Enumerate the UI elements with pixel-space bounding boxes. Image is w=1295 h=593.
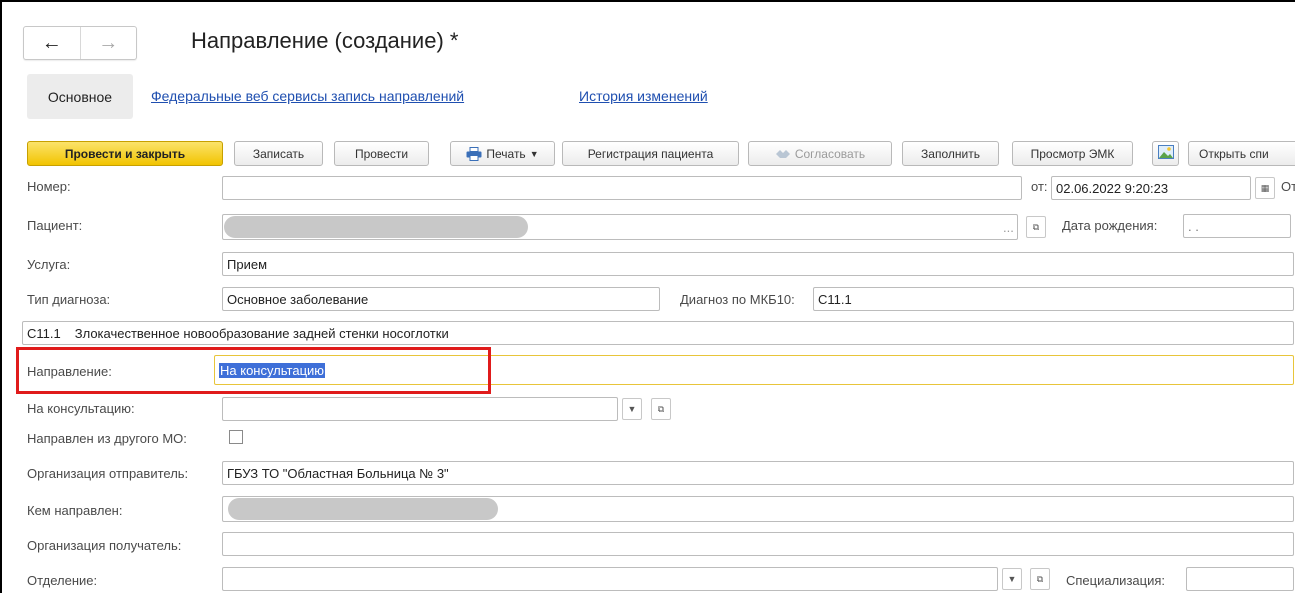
fill-button[interactable]: Заполнить xyxy=(902,141,999,166)
chevron-down-icon: ▼ xyxy=(627,404,637,414)
service-field[interactable]: Прием xyxy=(222,252,1294,276)
open-patient-button[interactable]: ⧉ xyxy=(1026,216,1046,238)
print-button[interactable]: Печать ▼ xyxy=(450,141,555,166)
number-field[interactable] xyxy=(222,176,1022,200)
department-dropdown-button[interactable]: ▼ xyxy=(1002,568,1022,590)
mkb-field[interactable]: C11.1 xyxy=(813,287,1294,311)
date-cut-label: От xyxy=(1281,179,1295,194)
specialization-label: Специализация: xyxy=(1066,573,1165,588)
diag-type-field[interactable]: Основное заболевание xyxy=(222,287,660,311)
receiver-org-label: Организация получатель: xyxy=(27,538,182,553)
department-field[interactable] xyxy=(222,567,998,591)
department-label: Отделение: xyxy=(27,573,98,588)
arrow-right-icon: → xyxy=(98,31,119,54)
picture-icon xyxy=(1157,145,1174,162)
date-field[interactable]: 02.06.2022 9:20:23 xyxy=(1051,176,1251,200)
chevron-down-icon: ▼ xyxy=(1007,574,1017,584)
open-window-icon: ⧉ xyxy=(657,403,665,414)
receiver-org-field[interactable] xyxy=(222,532,1294,556)
window-border-top xyxy=(0,0,1295,2)
open-window-icon: ⧉ xyxy=(1036,573,1044,584)
approve-label: Согласовать xyxy=(794,146,866,161)
window-border-left xyxy=(0,0,2,593)
service-label: Услуга: xyxy=(27,257,71,272)
patient-label: Пациент: xyxy=(27,218,83,233)
chevron-down-icon: ▼ xyxy=(529,148,539,159)
tab-main[interactable]: Основное xyxy=(27,74,133,119)
write-button[interactable]: Записать xyxy=(234,141,323,166)
mkb-label: Диагноз по МКБ10: xyxy=(680,292,795,307)
number-label: Номер: xyxy=(27,179,71,194)
sent-by-label: Кем направлен: xyxy=(27,503,123,518)
post-and-close-button[interactable]: Провести и закрыть xyxy=(27,141,223,166)
other-mo-checkbox[interactable] xyxy=(229,430,243,444)
direction-field[interactable]: На консультацию xyxy=(214,355,1294,385)
diag-type-label: Тип диагноза: xyxy=(27,292,111,307)
consult-dropdown-button[interactable]: ▼ xyxy=(622,398,642,420)
other-mo-label: Направлен из другого МО: xyxy=(27,431,187,446)
birth-date-field[interactable]: . . xyxy=(1183,214,1291,238)
birth-date-label: Дата рождения: xyxy=(1062,218,1158,233)
arrow-left-icon: ← xyxy=(41,31,62,54)
calendar-icon: ▦ xyxy=(1260,182,1270,193)
approve-button[interactable]: Согласовать xyxy=(748,141,892,166)
open-window-icon: ⧉ xyxy=(1032,221,1040,232)
diagnosis-text: Злокачественное новообразование задней с… xyxy=(74,325,449,341)
nav-buttons: ← → xyxy=(23,26,137,60)
tab-federal-services[interactable]: Федеральные веб сервисы запись направлен… xyxy=(151,88,464,104)
approve-icon xyxy=(775,148,791,160)
date-from-label: от: xyxy=(1031,179,1048,194)
redacted-patient-name xyxy=(224,216,528,238)
view-emk-button[interactable]: Просмотр ЭМК xyxy=(1012,141,1133,166)
image-button[interactable] xyxy=(1152,141,1179,166)
page-title: Направление (создание) * xyxy=(191,28,459,53)
consult-field[interactable] xyxy=(222,397,618,421)
register-patient-button[interactable]: Регистрация пациента xyxy=(562,141,739,166)
open-list-button[interactable]: Открыть спи xyxy=(1188,141,1295,166)
post-button[interactable]: Провести xyxy=(334,141,429,166)
direction-selected-text: На консультацию xyxy=(219,362,326,378)
consult-label: На консультацию: xyxy=(27,401,135,416)
sender-org-label: Организация отправитель: xyxy=(27,466,189,481)
consult-open-button[interactable]: ⧉ xyxy=(651,398,671,420)
forward-button[interactable]: → xyxy=(79,27,137,59)
back-button[interactable]: ← xyxy=(24,27,80,59)
diagnosis-description-field: C11.1 Злокачественное новообразование за… xyxy=(22,321,1294,345)
print-label: Печать xyxy=(486,146,526,161)
ellipsis-icon[interactable]: ... xyxy=(1003,220,1014,235)
direction-label: Направление: xyxy=(27,364,112,379)
redacted-doctor-name xyxy=(228,498,498,520)
sender-org-field[interactable]: ГБУЗ ТО "Областная Больница № 3" xyxy=(222,461,1294,485)
tab-history[interactable]: История изменений xyxy=(579,88,708,104)
specialization-field[interactable] xyxy=(1186,567,1294,591)
department-open-button[interactable]: ⧉ xyxy=(1030,568,1050,590)
diagnosis-code: C11.1 xyxy=(27,325,61,341)
printer-icon xyxy=(466,146,482,161)
calendar-button[interactable]: ▦ xyxy=(1255,177,1275,199)
